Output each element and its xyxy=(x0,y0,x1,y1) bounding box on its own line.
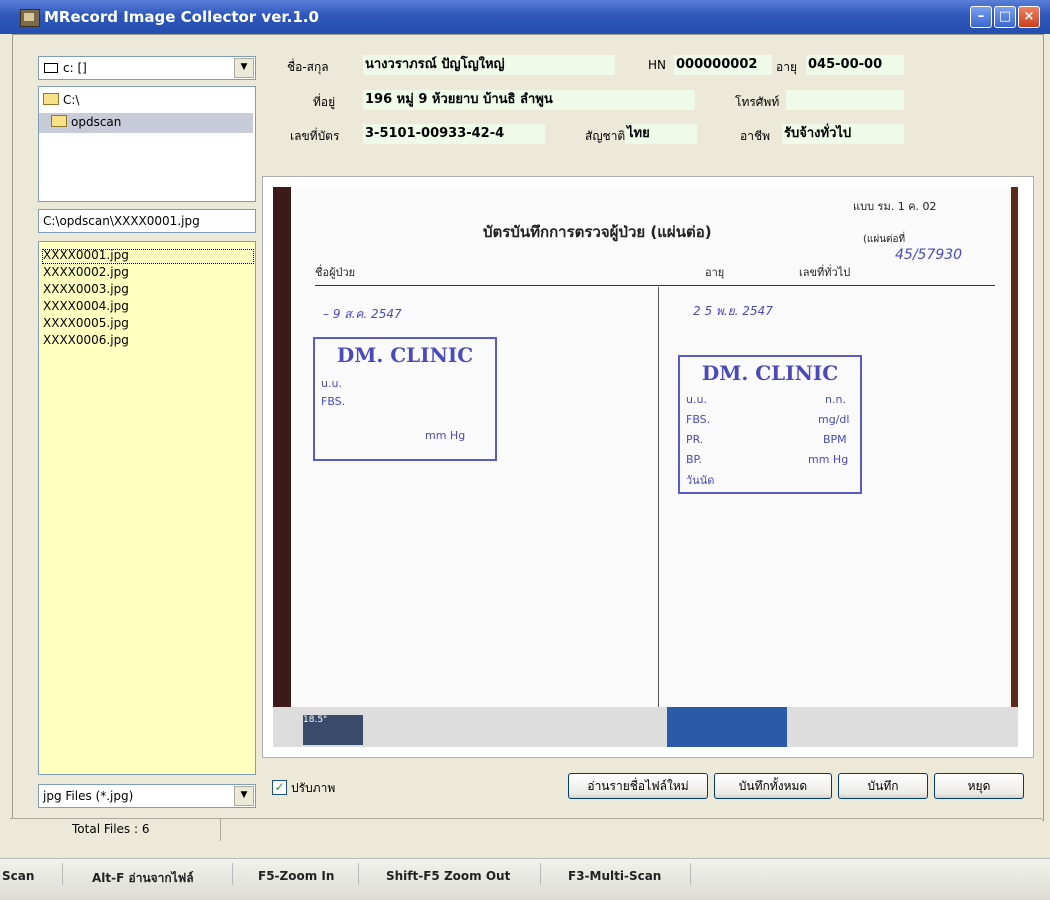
drive-icon xyxy=(44,63,58,73)
drive-select[interactable]: c: [] ▼ xyxy=(38,56,256,80)
chevron-down-icon[interactable]: ▼ xyxy=(234,58,254,78)
scan-edge-left xyxy=(273,187,291,747)
list-item[interactable]: XXXX0006.jpg xyxy=(43,334,129,347)
scan-edge-right xyxy=(1011,187,1018,707)
stamp-row-label: BP. xyxy=(686,453,702,466)
stamp-unit: n.n. xyxy=(825,393,846,406)
stamp-unit: mm Hg xyxy=(808,453,849,466)
hotkey-bar: Scan Alt-F อ่านจากไฟล์ F5-Zoom In Shift-… xyxy=(0,858,1050,900)
folder-list[interactable]: C:\ opdscan xyxy=(38,86,256,202)
image-viewer[interactable]: แบบ รม. 1 ค. 02 บัตรบันทึกการตรวจผู้ป่วย… xyxy=(262,176,1034,758)
monitor-size-label: 18.5" xyxy=(303,715,328,725)
hotkey-divider xyxy=(62,863,63,885)
occupation-field[interactable]: รับจ้างทั่วไป xyxy=(782,124,904,144)
file-list[interactable]: XXXX0001.jpg XXXX0002.jpg XXXX0003.jpg X… xyxy=(38,241,256,775)
visit-date-left: – 9 ส.ค. 2547 xyxy=(323,307,402,321)
hn-label: HN xyxy=(648,58,666,72)
hotkey-divider xyxy=(358,863,359,885)
scan-bottom-strip xyxy=(273,707,1018,747)
hotkey-divider xyxy=(540,863,541,885)
save-all-button[interactable]: บันทึกทั้งหมด xyxy=(714,773,832,799)
hotkey-read-file[interactable]: Alt-F อ่านจากไฟล์ xyxy=(92,869,194,888)
list-item[interactable]: XXXX0002.jpg xyxy=(43,266,129,279)
general-no-label: เลขที่ทั่วไป xyxy=(799,266,851,279)
hotkey-scan[interactable]: Scan xyxy=(2,869,34,883)
phone-field[interactable] xyxy=(786,90,904,110)
stamp-row-label: วันนัด xyxy=(686,474,715,487)
name-label: ชื่อ-สกุล xyxy=(287,60,329,74)
adjust-image-checkbox[interactable]: ✓ xyxy=(272,780,287,795)
scan-age-label: อายุ xyxy=(705,266,725,279)
stamp-unit: BPM xyxy=(823,433,847,446)
list-item[interactable]: XXXX0003.jpg xyxy=(43,283,129,296)
list-item[interactable]: XXXX0001.jpg xyxy=(43,249,129,262)
app-icon xyxy=(20,9,40,27)
list-item[interactable]: XXXX0004.jpg xyxy=(43,300,129,313)
folder-open-icon xyxy=(43,93,59,105)
nationality-field[interactable]: ไทย xyxy=(625,124,697,144)
hotkey-zoom-in[interactable]: F5-Zoom In xyxy=(258,869,334,883)
stamp-row-label: u.u. xyxy=(321,377,342,390)
chevron-down-icon[interactable]: ▼ xyxy=(234,786,254,806)
stamp-row-label: FBS. xyxy=(686,413,711,426)
file-path-value: C:\opdscan\XXXX0001.jpg xyxy=(43,214,200,228)
folder-item-opdscan[interactable]: opdscan xyxy=(51,115,121,131)
file-type-select[interactable]: jpg Files (*.jpg) ▼ xyxy=(38,784,256,808)
monitor-photo: 18.5" xyxy=(303,715,363,745)
save-button[interactable]: บันทึก xyxy=(838,773,928,799)
visit-date-right: 2 5 พ.ย. 2547 xyxy=(693,304,773,318)
status-divider xyxy=(220,819,221,841)
age-field[interactable]: 045-00-00 xyxy=(806,55,904,75)
stamp-row-label: u.u. xyxy=(686,393,707,406)
hotkey-zoom-out[interactable]: Shift-F5 Zoom Out xyxy=(386,869,510,883)
drive-value: c: [] xyxy=(63,61,87,75)
reload-file-list-button[interactable]: อ่านรายชื่อไฟล์ใหม่ xyxy=(568,773,708,799)
address-field[interactable]: 196 หมู่ 9 ห้วยยาบ บ้านธิ ลำพูน xyxy=(363,90,695,110)
adjust-image-label: ปรับภาพ xyxy=(291,781,336,795)
form-heading: บัตรบันทึกการตรวจผู้ป่วย (แผ่นต่อ) xyxy=(483,223,712,241)
general-no-handwritten: 45/57930 xyxy=(895,247,963,263)
stamp-title: DM. CLINIC xyxy=(701,361,839,385)
file-path-field[interactable]: C:\opdscan\XXXX0001.jpg xyxy=(38,209,256,233)
window-title: MRecord Image Collector ver.1.0 xyxy=(44,8,319,26)
stamp-row-label: PR. xyxy=(686,433,704,446)
patient-name-label: ชื่อผู้ป่วย xyxy=(315,266,356,279)
stamp-title: DM. CLINIC xyxy=(336,343,474,367)
id-card-label: เลขที่บัตร xyxy=(290,129,340,143)
sheet-number-label: (แผ่นต่อที่ xyxy=(863,234,906,245)
phone-label: โทรศัพท์ xyxy=(735,95,780,109)
folder-open-icon xyxy=(51,115,67,127)
form-rule xyxy=(315,285,995,286)
minimize-button[interactable]: – xyxy=(970,6,992,28)
file-type-value: jpg Files (*.jpg) xyxy=(43,789,134,803)
stamp-unit: mm Hg xyxy=(425,429,466,442)
hotkey-multi-scan[interactable]: F3-Multi-Scan xyxy=(568,869,661,883)
clinic-stamp-left: DM. CLINIC u.u. FBS. mm Hg xyxy=(313,337,497,461)
age-label: อายุ xyxy=(776,60,797,74)
scanned-record-image: แบบ รม. 1 ค. 02 บัตรบันทึกการตรวจผู้ป่วย… xyxy=(273,187,1018,747)
ad-photo xyxy=(667,707,787,747)
form-divider xyxy=(658,287,659,707)
clinic-stamp-right: DM. CLINIC u.u. n.n. FBS. mg/dl PR. BPM … xyxy=(678,355,862,494)
folder-item-label: C:\ xyxy=(63,93,80,107)
total-files-count: Total Files : 6 xyxy=(72,822,150,836)
stamp-unit: mg/dl xyxy=(818,413,850,426)
list-item[interactable]: XXXX0005.jpg xyxy=(43,317,129,330)
maximize-button[interactable]: □ xyxy=(994,6,1016,28)
occupation-label: อาชีพ xyxy=(740,129,770,143)
hotkey-divider xyxy=(690,863,691,885)
close-button[interactable]: × xyxy=(1018,6,1040,28)
stop-button[interactable]: หยุด xyxy=(934,773,1024,799)
status-bar: Total Files : 6 xyxy=(10,818,1042,841)
hn-field[interactable]: 000000002 xyxy=(674,55,772,75)
patient-name-field[interactable]: นางวราภรณ์ ปัญโญใหญ่ xyxy=(363,55,615,75)
nationality-label: สัญชาติ xyxy=(585,129,626,143)
stamp-row-label: FBS. xyxy=(321,395,346,408)
hotkey-divider xyxy=(232,863,233,885)
id-card-field[interactable]: 3-5101-00933-42-4 xyxy=(363,124,545,144)
address-label: ที่อยู่ xyxy=(313,95,336,109)
folder-item-label: opdscan xyxy=(71,115,122,129)
form-code: แบบ รม. 1 ค. 02 xyxy=(853,200,937,213)
folder-item-root[interactable]: C:\ xyxy=(43,93,79,109)
